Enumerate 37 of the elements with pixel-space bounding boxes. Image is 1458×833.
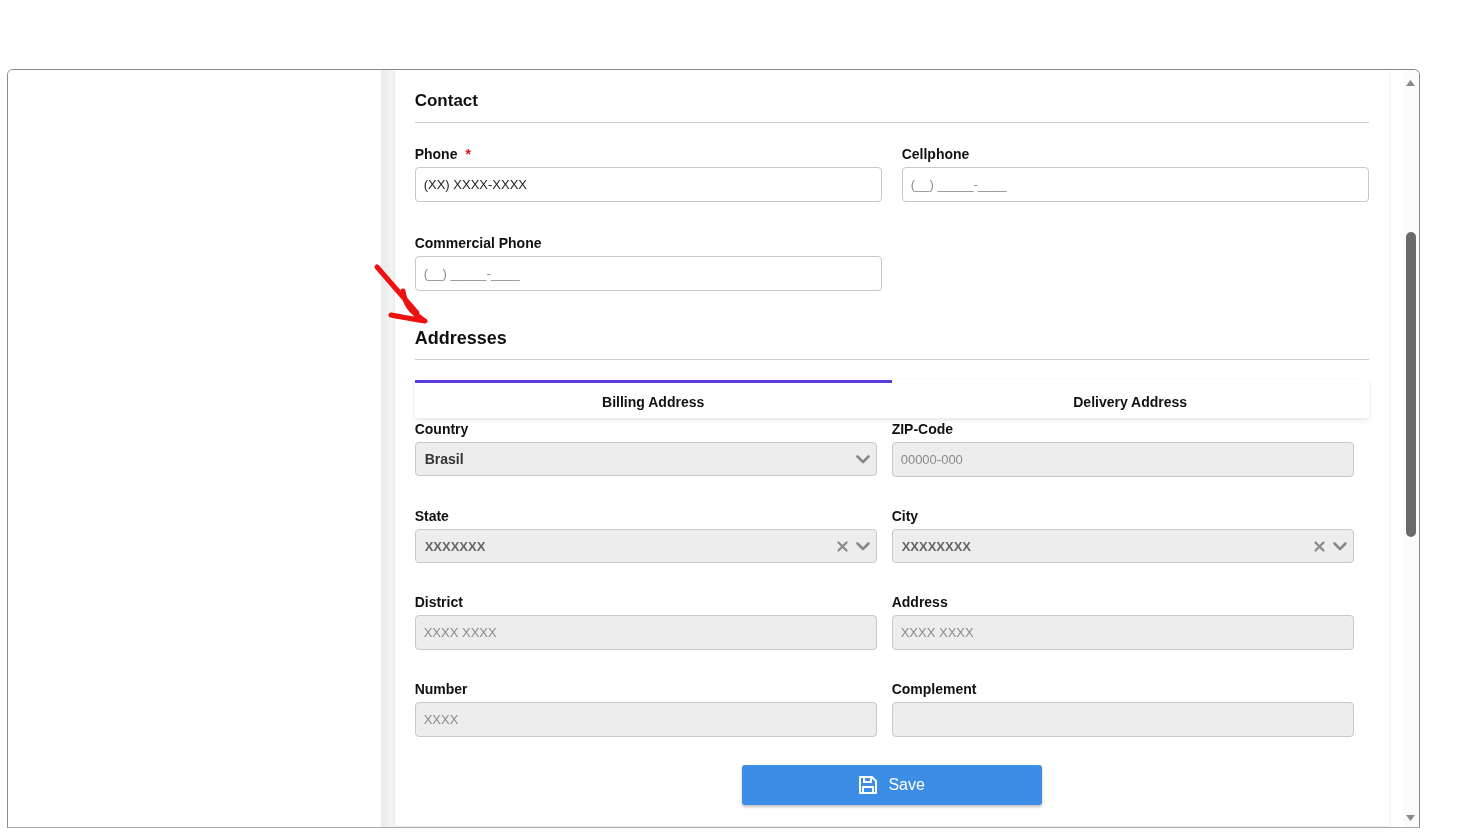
- field-label: Phone: [414, 146, 458, 162]
- field-label: City: [891, 508, 919, 524]
- field-label: ZIP-Code: [891, 421, 954, 437]
- tab[interactable]: Billing Address: [414, 380, 892, 418]
- select-field[interactable]: XXXXXXX: [414, 529, 877, 563]
- scrollbar[interactable]: [1402, 70, 1419, 827]
- section-title: Addresses: [414, 327, 508, 350]
- field-label: District: [414, 594, 463, 610]
- save-icon: [858, 775, 879, 795]
- field-label: Cellphone: [901, 146, 970, 162]
- input-field[interactable]: [891, 702, 1354, 737]
- input-field[interactable]: XXXX XXXX: [414, 615, 877, 650]
- scroll-up-icon[interactable]: [1406, 80, 1416, 86]
- clear-icon[interactable]: [836, 540, 848, 552]
- select-field[interactable]: XXXXXXXX: [891, 529, 1354, 563]
- chevron-down-icon: [855, 454, 870, 464]
- field-label: Complement: [891, 681, 977, 697]
- chevron-down-icon: [1332, 541, 1347, 551]
- input-field[interactable]: XXXX XXXX: [891, 615, 1354, 650]
- input-field[interactable]: (XX) XXXX-XXXX: [414, 167, 882, 202]
- tab[interactable]: Delivery Address: [891, 380, 1369, 418]
- required-mark: *: [465, 146, 471, 162]
- scroll-down-icon[interactable]: [1406, 815, 1416, 821]
- input-field[interactable]: (__) _____-____: [901, 167, 1369, 202]
- field-label: Address: [891, 594, 948, 610]
- chevron-down-icon: [855, 541, 870, 551]
- field-label: Country: [414, 421, 469, 437]
- field-label: State: [414, 508, 449, 524]
- select-field[interactable]: Brasil: [414, 442, 877, 476]
- section-title: Contact: [414, 90, 479, 112]
- input-field[interactable]: XXXX: [414, 702, 877, 737]
- input-field[interactable]: (__) _____-____: [414, 256, 882, 291]
- clear-icon[interactable]: [1313, 540, 1325, 552]
- field-label: Number: [414, 681, 468, 697]
- field-label: Commercial Phone: [414, 235, 542, 251]
- input-field[interactable]: 00000-000: [891, 442, 1354, 477]
- scrollbar-thumb[interactable]: [1405, 232, 1416, 537]
